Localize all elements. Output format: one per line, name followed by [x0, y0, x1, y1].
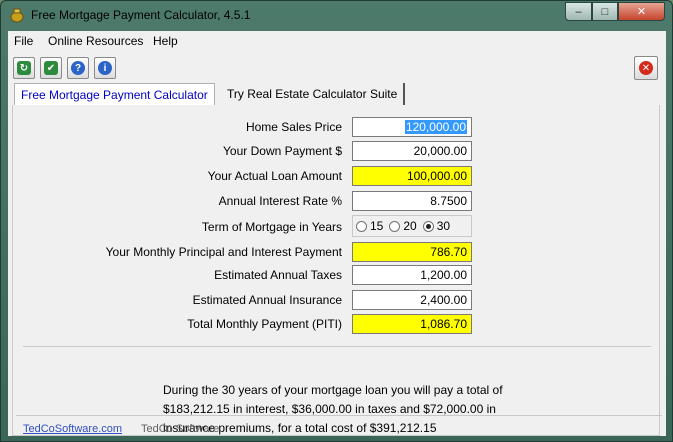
home-price-input[interactable]: 120,000.00	[352, 117, 472, 137]
radio-icon	[389, 220, 401, 232]
term-15-radio[interactable]: 15	[356, 219, 383, 233]
down-payment-label: Your Down Payment $	[223, 144, 342, 158]
insurance-label: Estimated Annual Insurance	[192, 293, 342, 307]
close-icon: ✕	[636, 6, 647, 18]
info-icon: i	[98, 61, 112, 75]
exit-button[interactable]: ✕	[634, 56, 658, 80]
tab-label: Free Mortgage Payment Calculator	[21, 87, 208, 102]
insurance-input[interactable]: 2,400.00	[352, 290, 472, 310]
website-link[interactable]: TedCoSoftware.com	[23, 423, 122, 435]
brand-label: TedCo Software	[141, 423, 220, 435]
summary-line: $183,212.15 in interest, $36,000.00 in t…	[163, 402, 496, 416]
window-title: Free Mortgage Payment Calculator, 4.5.1	[31, 8, 251, 22]
title-bar[interactable]: Free Mortgage Payment Calculator, 4.5.1 …	[1, 1, 672, 31]
term-15-label: 15	[370, 219, 384, 233]
radio-selected-icon	[422, 220, 434, 232]
calculator-panel: Home Sales Price 120,000.00 Your Down Pa…	[12, 105, 662, 436]
toolbar: ↻ ✔ ? i ✕	[8, 52, 666, 84]
menu-online-resources[interactable]: Online Resources	[48, 34, 143, 48]
app-window: Free Mortgage Payment Calculator, 4.5.1 …	[0, 0, 673, 442]
menu-help[interactable]: Help	[153, 34, 178, 48]
exit-icon: ✕	[639, 61, 653, 75]
term-30-label: 30	[436, 219, 451, 233]
maximize-icon: □	[601, 5, 609, 18]
tab-strip: Free Mortgage Payment Calculator Try Rea…	[8, 83, 666, 105]
minimize-button[interactable]: ‒	[565, 2, 592, 21]
tab-mortgage-calculator[interactable]: Free Mortgage Payment Calculator	[14, 83, 215, 105]
home-price-value: 120,000.00	[404, 120, 467, 134]
down-payment-input[interactable]: 20,000.00	[352, 141, 472, 161]
footer-divider	[16, 415, 662, 416]
piti-field: 1,086.70	[352, 314, 472, 334]
interest-rate-input[interactable]: 8.7500	[352, 191, 472, 211]
help-icon: ?	[71, 61, 85, 75]
term-30-radio[interactable]: 30	[422, 219, 451, 233]
divider	[23, 346, 651, 347]
menu-bar: File Online Resources Help	[8, 31, 666, 51]
close-button[interactable]: ✕	[618, 2, 665, 21]
summary-line: During the 30 years of your mortgage loa…	[163, 383, 503, 397]
term-20-label: 20	[403, 219, 417, 233]
money-bag-icon	[10, 8, 24, 23]
term-radio-group: 15 20 30	[352, 215, 472, 237]
client-area: File Online Resources Help ↻ ✔ ? i ✕ Fre…	[8, 31, 666, 436]
refresh-button[interactable]: ↻	[13, 57, 35, 79]
checkmark-down-icon: ✔	[44, 61, 58, 75]
maximize-button[interactable]: □	[592, 2, 618, 21]
help-button[interactable]: ?	[67, 57, 89, 79]
taxes-input[interactable]: 1,200.00	[352, 265, 472, 285]
refresh-icon: ↻	[17, 61, 31, 75]
info-button[interactable]: i	[94, 57, 116, 79]
monthly-pi-label: Your Monthly Principal and Interest Paym…	[105, 245, 342, 259]
tab-real-estate-suite[interactable]: Try Real Estate Calculator Suite	[221, 83, 406, 105]
radio-icon	[356, 220, 367, 232]
loan-amount-label: Your Actual Loan Amount	[207, 169, 342, 183]
interest-rate-label: Annual Interest Rate %	[218, 194, 342, 208]
term-label: Term of Mortgage in Years	[201, 220, 342, 234]
loan-amount-field: 100,000.00	[352, 166, 472, 186]
tab-label: Try Real Estate Calculator Suite	[227, 87, 398, 101]
piti-label: Total Monthly Payment (PITI)	[187, 317, 342, 331]
term-20-radio[interactable]: 20	[389, 219, 417, 233]
menu-file[interactable]: File	[14, 34, 33, 48]
save-button[interactable]: ✔	[40, 57, 62, 79]
taxes-label: Estimated Annual Taxes	[214, 268, 342, 282]
monthly-pi-field: 786.70	[352, 242, 472, 262]
minimize-icon: ‒	[575, 5, 582, 18]
home-price-label: Home Sales Price	[245, 120, 342, 134]
